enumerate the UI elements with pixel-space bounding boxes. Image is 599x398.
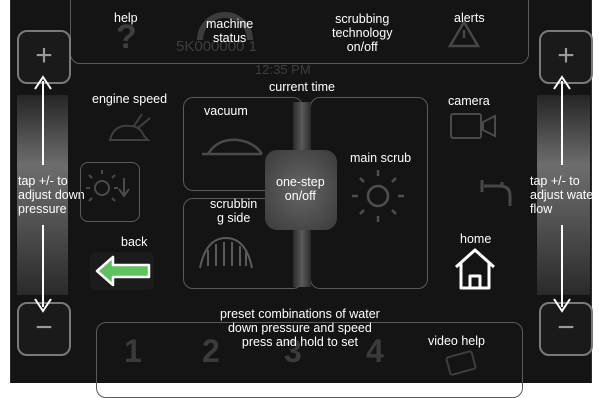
down-pressure-hint: tap +/- to adjust down pressure (18, 174, 85, 216)
water-flow-hint: tap +/- to adjust water flow (530, 174, 598, 216)
camera-icon[interactable] (449, 112, 499, 140)
engine-speed-rabbit-icon[interactable] (104, 110, 154, 150)
back-arrow-icon[interactable] (95, 254, 153, 288)
scrubbing-side-label: scrubbin g side (210, 197, 258, 225)
back-label: back (121, 235, 148, 249)
video-help-label: video help (428, 334, 485, 348)
alerts-label: alerts (454, 11, 485, 25)
home-label: home (460, 232, 492, 246)
engine-speed-label: engine speed (92, 92, 168, 106)
water-faucet-icon[interactable] (480, 176, 520, 216)
preset-2-button[interactable]: 2 (202, 333, 220, 370)
control-panel-screen: ? 5K000000 1 help machine status scrubbi… (0, 0, 599, 398)
vacuum-squeegee-icon (202, 138, 264, 156)
main-scrub-label: main scrub (350, 151, 412, 165)
help-label: help (114, 11, 138, 25)
scrubbing-technology-label: scrubbing technology on/off (332, 12, 393, 54)
current-time-value: 12:35 PM (255, 62, 311, 77)
home-icon[interactable] (452, 247, 498, 291)
preset-1-button[interactable]: 1 (124, 333, 142, 370)
one-step-label: one-step on/off (276, 175, 325, 203)
down-pressure-brush-icon[interactable] (86, 170, 134, 208)
main-scrub-brush-icon (352, 170, 404, 222)
camera-label: camera (448, 94, 490, 108)
vacuum-label: vacuum (204, 104, 248, 118)
side-brush-icon (199, 236, 253, 269)
presets-hint: preset combinations of water down pressu… (220, 307, 380, 349)
current-time-label: current time (269, 80, 335, 94)
video-help-icon[interactable] (444, 350, 478, 376)
machine-status-label: machine status (206, 17, 254, 45)
